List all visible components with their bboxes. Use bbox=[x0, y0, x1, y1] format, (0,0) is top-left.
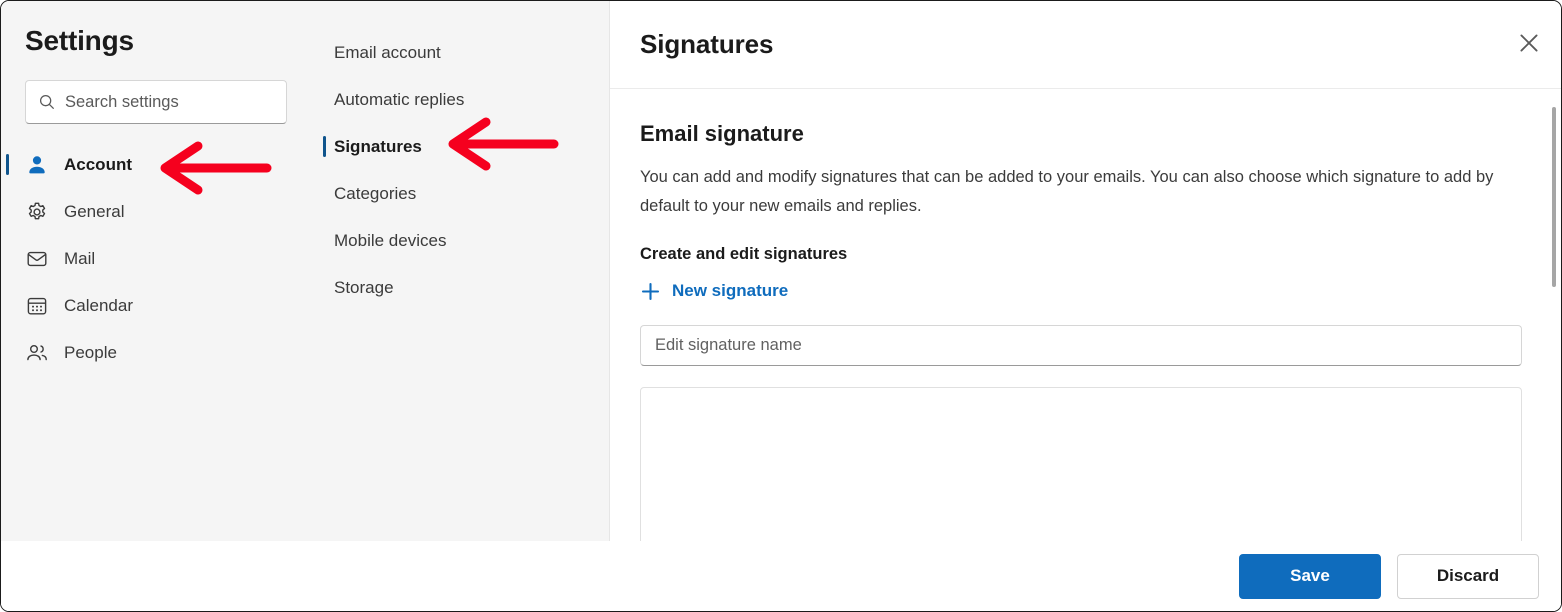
sidebar-item-label: People bbox=[64, 342, 117, 362]
vertical-scrollbar[interactable] bbox=[1548, 89, 1560, 542]
subnav-item-mobile-devices[interactable]: Mobile devices bbox=[311, 217, 609, 264]
main-body: Email signature You can add and modify s… bbox=[610, 89, 1561, 542]
main-header: Signatures bbox=[610, 1, 1561, 89]
page-title: Settings bbox=[25, 25, 134, 56]
signature-editor[interactable] bbox=[640, 386, 1522, 542]
subnav-item-email-account[interactable]: Email account bbox=[311, 29, 609, 76]
new-signature-button[interactable]: New signature bbox=[640, 280, 788, 302]
subnav-item-label: Categories bbox=[334, 183, 417, 203]
subnav-item-categories[interactable]: Categories bbox=[311, 170, 609, 217]
sidebar-item-label: Calendar bbox=[64, 295, 133, 315]
search-icon bbox=[38, 93, 56, 111]
new-signature-label: New signature bbox=[672, 281, 789, 300]
sidebar-item-account[interactable]: Account bbox=[1, 141, 311, 188]
calendar-icon bbox=[25, 294, 49, 318]
sidebar-item-label: Mail bbox=[64, 248, 96, 268]
settings-window: Settings Search settings Account General… bbox=[0, 0, 1562, 612]
subnav-item-label: Storage bbox=[334, 277, 394, 297]
signature-name-placeholder: Edit signature name bbox=[655, 336, 802, 354]
envelope-icon bbox=[25, 247, 49, 271]
subnav-item-label: Email account bbox=[334, 42, 441, 62]
main-title: Signatures bbox=[640, 29, 774, 59]
gear-icon bbox=[25, 200, 49, 224]
panes-container: Settings Search settings Account General… bbox=[1, 1, 1561, 611]
settings-subnav: Email account Automatic replies Signatur… bbox=[311, 1, 610, 611]
scrollbar-thumb[interactable] bbox=[1552, 107, 1556, 287]
subnav-item-label: Mobile devices bbox=[334, 230, 447, 250]
subnav-item-storage[interactable]: Storage bbox=[311, 264, 609, 311]
section-title: Email signature bbox=[640, 121, 804, 146]
section-description: You can add and modify signatures that c… bbox=[640, 168, 1494, 215]
signature-name-input[interactable]: Edit signature name bbox=[640, 324, 1522, 366]
close-button[interactable] bbox=[1509, 25, 1549, 65]
sidebar-item-label: General bbox=[64, 201, 125, 221]
subnav-item-label: Automatic replies bbox=[334, 89, 465, 109]
main-panel: Signatures Email signature You can add a… bbox=[610, 1, 1561, 611]
close-icon bbox=[1516, 30, 1542, 61]
sidebar-item-label: Account bbox=[64, 154, 132, 174]
sidebar-item-general[interactable]: General bbox=[1, 188, 311, 235]
person-icon bbox=[25, 153, 49, 177]
subnav-list: Email account Automatic replies Signatur… bbox=[311, 29, 609, 311]
search-input[interactable]: Search settings bbox=[25, 80, 287, 124]
settings-sidebar: Settings Search settings Account General… bbox=[1, 1, 311, 611]
subnav-item-signatures[interactable]: Signatures bbox=[311, 123, 609, 170]
subnav-item-automatic-replies[interactable]: Automatic replies bbox=[311, 76, 609, 123]
subnav-item-label: Signatures bbox=[334, 136, 422, 156]
sidebar-item-calendar[interactable]: Calendar bbox=[1, 282, 311, 329]
sidebar-item-mail[interactable]: Mail bbox=[1, 235, 311, 282]
people-icon bbox=[25, 341, 49, 365]
dialog-footer: Save Discard bbox=[1, 541, 1561, 611]
search-placeholder: Search settings bbox=[65, 93, 179, 111]
sidebar-item-people[interactable]: People bbox=[1, 329, 311, 376]
save-button[interactable]: Save bbox=[1239, 553, 1381, 599]
sidebar-nav: Account General Mail Calendar People bbox=[1, 141, 311, 376]
discard-button[interactable]: Discard bbox=[1397, 553, 1539, 599]
plus-icon bbox=[640, 281, 661, 302]
subsection-title: Create and edit signatures bbox=[640, 245, 848, 263]
